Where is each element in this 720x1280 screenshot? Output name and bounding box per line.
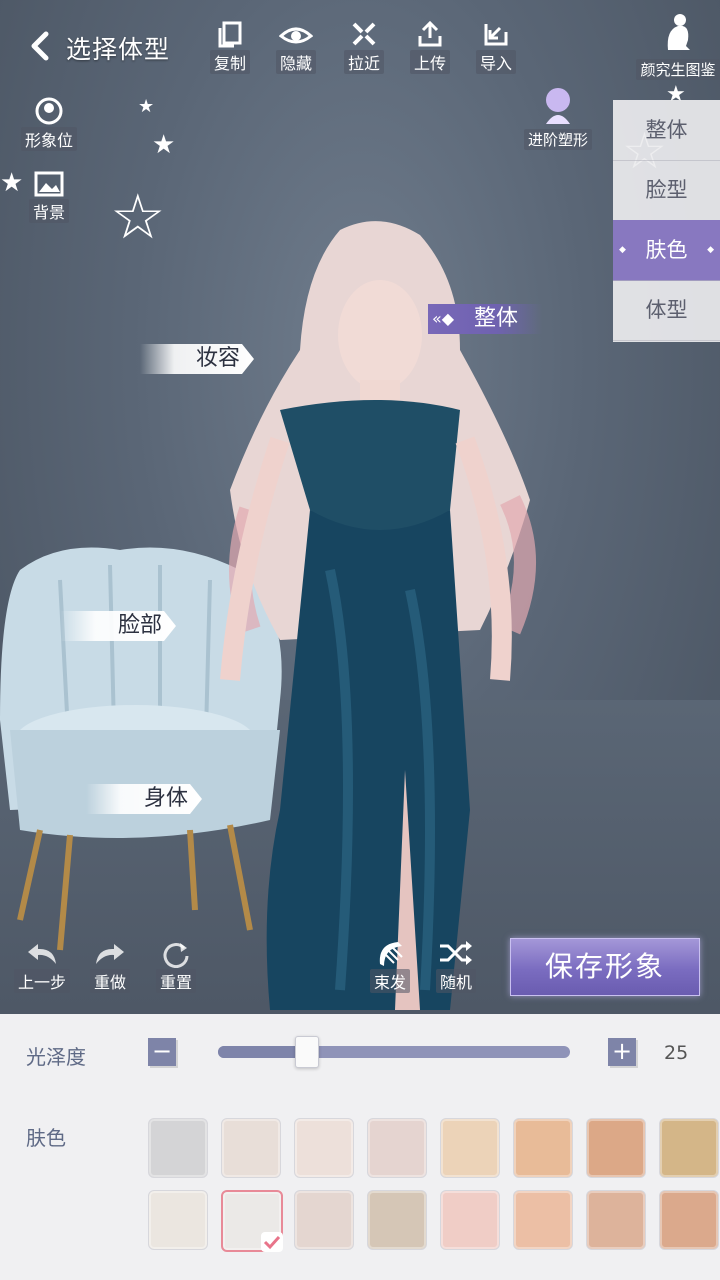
gloss-increase-button[interactable]: + [608,1038,636,1066]
tab-face-shape[interactable]: 脸型 [613,160,720,221]
tie-hair-button[interactable]: 束发 [360,938,420,993]
hide-button[interactable]: 隐藏 [268,20,324,74]
skin-swatch[interactable] [586,1118,646,1178]
advanced-shaping-button[interactable]: 进阶塑形 [518,84,598,150]
gloss-slider-thumb[interactable] [295,1036,319,1068]
skin-swatch[interactable] [659,1118,719,1178]
copy-button[interactable]: 复制 [202,20,258,74]
body-tag[interactable]: 身体 [86,784,202,814]
import-icon [484,24,508,46]
gloss-slider-fill [218,1046,306,1058]
zoom-in-icon [352,22,376,46]
skin-swatch[interactable] [513,1118,573,1178]
page-title: 选择体型 [66,35,171,64]
gloss-slider-track[interactable] [218,1046,570,1058]
upload-button[interactable]: 上传 [402,20,458,74]
eye-icon [279,27,313,44]
face-tag[interactable]: 脸部 [60,611,176,641]
zoom-in-button[interactable]: 拉近 [336,20,392,74]
star-icon: ★ [138,96,155,117]
figure-slot-icon [35,97,63,125]
double-chevron-left-icon: «◆ [432,309,455,328]
upload-icon [418,20,442,47]
comb-icon [379,942,403,966]
star-icon: ☆ [110,180,166,253]
skin-swatch[interactable] [148,1118,208,1178]
category-panel: 整体 脸型 肤色 体型 [613,100,720,342]
gloss-value: 25 [664,1042,689,1064]
import-button[interactable]: 导入 [468,20,524,74]
game-scene: ★ ★ ☆ ★ ☆ ★ [0,0,720,1014]
random-button[interactable]: 随机 [426,938,486,993]
skin-color-label: 肤色 [26,1126,66,1150]
back-button[interactable] [24,28,60,64]
skin-swatch[interactable] [513,1190,573,1250]
skin-swatch[interactable] [440,1118,500,1178]
skin-swatch[interactable] [367,1190,427,1250]
makeup-tag[interactable]: 妆容 [140,344,254,374]
figure-glow-icon [546,88,570,124]
figure-slot-button[interactable]: 形象位 [14,96,84,151]
skin-swatch[interactable] [221,1118,281,1178]
skin-swatch[interactable] [659,1190,719,1250]
gloss-label: 光泽度 [26,1045,86,1069]
whole-tag[interactable]: «◆ 整体 [428,304,543,334]
redo-button[interactable]: 重做 [80,940,140,993]
skin-swatch[interactable] [221,1190,283,1252]
gallery-button[interactable]: 颜究生图鉴 [636,10,720,80]
undo-button[interactable]: 上一步 [12,940,72,993]
reset-icon [163,943,189,968]
tab-skin-color[interactable]: 肤色 [613,220,720,281]
skin-swatch[interactable] [586,1190,646,1250]
shuffle-icon [440,941,472,965]
skin-swatch[interactable] [440,1190,500,1250]
skin-swatch[interactable] [148,1190,208,1250]
star-icon: ★ [152,130,176,160]
tab-overall[interactable]: 整体 [613,100,720,161]
reset-button[interactable]: 重置 [146,940,206,993]
undo-icon [28,944,56,964]
gloss-decrease-button[interactable]: − [148,1038,176,1066]
skin-swatch[interactable] [367,1118,427,1178]
background-button[interactable]: 背景 [14,170,84,223]
redo-icon [96,944,124,964]
profile-head-icon [667,14,690,50]
skin-swatch[interactable] [294,1190,354,1250]
skin-swatch[interactable] [294,1118,354,1178]
check-icon [261,1232,283,1252]
save-look-button[interactable]: 保存形象 [510,938,700,996]
image-icon [34,171,64,197]
tab-body-shape[interactable]: 体型 [613,280,720,341]
copy-icon [218,21,242,48]
